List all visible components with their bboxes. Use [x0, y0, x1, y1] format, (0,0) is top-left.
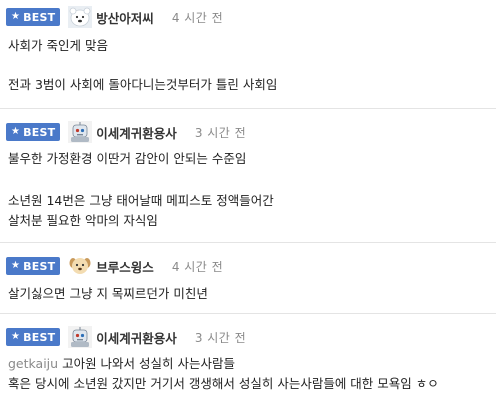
timestamp: 4 시간 전: [171, 10, 224, 25]
comment-body: 불우한 가정환경 이딴거 감안이 안되는 수준임 소년원 14번은 그냥 태어날…: [8, 151, 492, 231]
comment-line: 혹은 당시에 소년원 갔지만 거기서 갱생해서 성실히 사는사람들에 대한 모욕…: [8, 376, 439, 391]
comment-line: 사회가 죽인게 맞음: [8, 38, 108, 53]
best-comment-list: ★ BEST 방산아저씨 4 시간 전 사회가 죽인게 맞음 전과 3범이 사회…: [0, 0, 496, 406]
comment-line: 소년원 14번은 그냥 태어날때 메피스토 정액들어간: [8, 193, 274, 208]
comment-body: 살기싫으면 그냥 지 목찌르던가 미친년: [8, 286, 492, 306]
nickname[interactable]: 이세계귀환용사: [96, 328, 177, 347]
timestamp: 4 시간 전: [171, 259, 224, 274]
timestamp: 3 시간 전: [194, 330, 247, 345]
best-badge-label: BEST: [23, 125, 56, 139]
best-badge: ★ BEST: [6, 328, 61, 346]
polar-bear-avatar-icon[interactable]: [68, 6, 93, 28]
comment-line-text: 고아원 나와서 성실히 사는사람들: [62, 356, 235, 371]
best-badge-label: BEST: [23, 259, 56, 273]
comment-item: ★ BEST 방산아저씨 4 시간 전 사회가 죽인게 맞음 전과 3범이 사회…: [0, 0, 496, 109]
best-badge: ★ BEST: [6, 123, 61, 141]
robot-avatar-icon[interactable]: [68, 326, 93, 348]
comment-line: 전과 3범이 사회에 돌아다니는것부터가 틀린 사회임: [8, 77, 278, 92]
comment-body: getkaiju 고아원 나와서 성실히 사는사람들 혹은 당시에 소년원 갔지만…: [8, 356, 492, 400]
comment-header: ★ BEST 이세계귀환용사 3 시간 전: [6, 326, 246, 348]
nickname[interactable]: 방산아저씨: [96, 8, 154, 27]
best-badge-label: BEST: [23, 10, 56, 24]
comment-line: getkaiju 고아원 나와서 성실히 사는사람들: [8, 356, 235, 372]
comment-body: 사회가 죽인게 맞음 전과 3범이 사회에 돌아다니는것부터가 틀린 사회임: [8, 38, 492, 100]
comment-line: 살기싫으면 그냥 지 목찌르던가 미친년: [8, 286, 208, 301]
star-icon: ★: [11, 331, 21, 342]
nickname[interactable]: 브루스윙스: [96, 257, 154, 276]
star-icon: ★: [11, 260, 21, 271]
robot-avatar-icon[interactable]: [68, 121, 93, 143]
reply-mention[interactable]: getkaiju: [8, 356, 58, 371]
comment-line: 불우한 가정환경 이딴거 감안이 안되는 수준임: [8, 151, 247, 166]
best-badge-label: BEST: [23, 330, 56, 344]
star-icon: ★: [11, 126, 21, 137]
comment-line: 살처분 필요한 악마의 자식임: [8, 213, 158, 228]
best-badge: ★ BEST: [6, 257, 61, 275]
comment-header: ★ BEST 브루스윙스 4 시간 전: [6, 255, 223, 277]
comment-item: ★ BEST 브루스윙스 4 시간 전 살기싫으면 그냥 지 목찌르던가 미친년: [0, 243, 496, 314]
puppy-avatar-icon[interactable]: [68, 255, 93, 277]
timestamp: 3 시간 전: [194, 125, 247, 140]
comment-header: ★ BEST 이세계귀환용사 3 시간 전: [6, 121, 246, 143]
comment-header: ★ BEST 방산아저씨 4 시간 전: [6, 6, 223, 28]
nickname[interactable]: 이세계귀환용사: [96, 123, 177, 142]
best-badge: ★ BEST: [6, 8, 61, 26]
comment-item: ★ BEST 이세계귀환용사 3 시간 전 getkaiju고아원 나와서 성: [0, 314, 496, 406]
comment-item: ★ BEST 이세계귀환용사 3 시간 전 불우한 가정환경 이딴거 감안이 안…: [0, 109, 496, 243]
star-icon: ★: [11, 11, 21, 22]
